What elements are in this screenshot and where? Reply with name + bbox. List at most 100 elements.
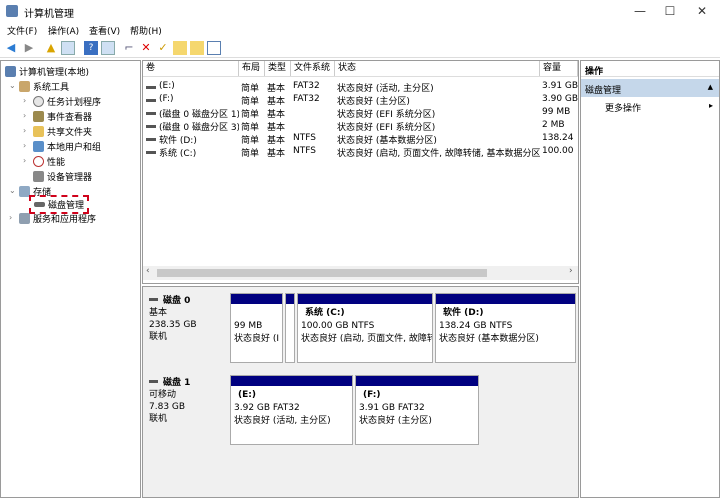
title-bar: 计算机管理 — ☐ ✕ [0,0,720,22]
tree-item-event-viewer[interactable]: 事件查看器 [33,110,92,123]
table-cell: (F:) [159,94,174,104]
chevron-right-icon[interactable]: › [23,141,26,150]
table-cell: (磁盘 0 磁盘分区 3) [159,123,239,133]
table-cell: 基本 [267,149,286,159]
table-cell: NTFS [293,146,316,156]
partition-bar [231,376,352,386]
table-cell: (磁盘 0 磁盘分区 1) [159,110,239,120]
partition-block[interactable]: 软件 (D:) 138.24 GB NTFS 状态良好 (基本数据分区) [435,293,576,363]
table-row[interactable]: (磁盘 0 磁盘分区 1) 简单 基本 状态良好 (EFI 系统分区) 99 MB [143,107,578,120]
table-cell: 基本 [267,110,286,120]
menu-view[interactable]: 查看(V) [89,24,120,37]
show-hide-tree-icon[interactable] [61,41,75,55]
scroll-left-icon[interactable]: ‹ [146,266,150,276]
maximize-button[interactable]: ☐ [654,0,686,22]
disk-type: 基本 [149,308,168,318]
menu-file[interactable]: 文件(F) [7,24,37,37]
forward-icon[interactable]: ▶ [22,41,36,55]
disk-icon [34,202,45,207]
up-icon[interactable]: ▲ [44,41,58,55]
check-icon[interactable]: ✓ [156,41,170,55]
table-cell: 状态良好 (启动, 页面文件, 故障转储, 基本数据分区) [337,149,540,159]
table-cell: 基本 [267,84,286,94]
more-actions[interactable]: 更多操作 ▸ [581,99,719,115]
view-icon[interactable] [207,41,221,55]
chevron-down-icon[interactable]: ⌄ [9,186,16,195]
table-cell: 99 MB [542,107,571,117]
help-icon[interactable]: ? [84,41,98,55]
menu-action[interactable]: 操作(A) [48,24,79,37]
tree-item-task-scheduler[interactable]: 任务计划程序 [33,95,101,108]
horizontal-scrollbar[interactable]: ‹ › [143,266,578,280]
table-cell: 状态良好 (EFI 系统分区) [337,110,436,120]
table-row[interactable]: 系统 (C:) 简单 基本 NTFS 状态良好 (启动, 页面文件, 故障转储, 基本数… [143,146,578,159]
column-capacity[interactable]: 容量 [540,61,578,76]
table-cell: 简单 [241,110,260,120]
column-volume[interactable]: 卷 [143,61,239,76]
volume-icon [146,151,156,154]
minimize-button[interactable]: — [624,0,656,22]
app-icon [6,5,18,17]
partition-block[interactable] [285,293,295,363]
open-icon[interactable] [190,41,204,55]
properties-icon[interactable] [101,41,115,55]
computer-icon [5,66,16,77]
table-row[interactable]: (磁盘 0 磁盘分区 3) 简单 基本 状态良好 (EFI 系统分区) 2 MB [143,120,578,133]
volume-icon [146,112,156,115]
disk-label[interactable]: 磁盘 1 可移动 7.83 GB 联机 [145,375,229,449]
chevron-right-icon[interactable]: › [23,111,26,120]
chevron-right-icon[interactable]: › [23,96,26,105]
disk-icon [149,298,158,301]
tree-item-performance[interactable]: 性能 [33,155,65,168]
partition-size: 3.92 GB FAT32 [234,403,300,413]
actions-pane: 操作 磁盘管理 ▲ 更多操作 ▸ [580,60,720,498]
partition-size: 99 MB [234,321,263,331]
export-icon[interactable] [173,41,187,55]
scrollbar-thumb[interactable] [157,269,487,277]
tree-label: 设备管理器 [47,173,93,183]
partition-block[interactable]: (E:) 3.92 GB FAT32 状态良好 (活动, 主分区) [230,375,353,445]
connect-icon[interactable]: ⌐ [122,41,136,55]
chevron-right-icon[interactable]: › [23,126,26,135]
tree-item-local-users[interactable]: 本地用户和组 [33,140,101,153]
table-cell: 3.90 GB [542,94,578,104]
scroll-right-icon[interactable]: › [569,266,573,276]
tree-item-root[interactable]: 计算机管理(本地) [5,65,89,78]
table-cell: 状态良好 (基本数据分区) [337,136,437,146]
column-type[interactable]: 类型 [265,61,291,76]
table-cell: 基本 [267,123,286,133]
column-status[interactable]: 状态 [335,61,540,76]
section-label: 磁盘管理 [585,86,622,96]
menu-help[interactable]: 帮助(H) [130,24,162,37]
chevron-right-icon[interactable]: › [23,156,26,165]
partition-size: 100.00 GB NTFS [301,321,375,331]
table-cell: 138.24 [542,133,574,143]
partition-bar [356,376,478,386]
chevron-down-icon[interactable]: ⌄ [9,81,16,90]
tree-item-shared-folders[interactable]: 共享文件夹 [33,125,92,138]
table-cell: 基本 [267,136,286,146]
partition-block[interactable]: 系统 (C:) 100.00 GB NTFS 状态良好 (启动, 页面文件, 故… [297,293,433,363]
partition-block[interactable]: 99 MB 状态良好 (I [230,293,283,363]
table-row[interactable]: (E:) 简单 基本 FAT32 状态良好 (活动, 主分区) 3.91 GB [143,81,578,94]
delete-icon[interactable]: ✕ [139,41,153,55]
close-button[interactable]: ✕ [686,0,718,22]
chevron-right-icon[interactable]: › [9,213,12,222]
partition-block[interactable]: (F:) 3.91 GB FAT32 状态良好 (主分区) [355,375,479,445]
tree-label: 任务计划程序 [47,98,102,108]
column-layout[interactable]: 布局 [239,61,265,76]
collapse-icon[interactable]: ▲ [708,83,713,91]
partition-size: 3.91 GB FAT32 [359,403,425,413]
partition-text: (F:) 3.91 GB FAT32 状态良好 (主分区) [356,386,478,431]
tree-item-services[interactable]: 服务和应用程序 [19,212,96,225]
table-row[interactable]: (F:) 简单 基本 FAT32 状态良好 (主分区) 3.90 GB [143,94,578,107]
back-icon[interactable]: ◀ [4,41,18,55]
column-filesystem[interactable]: 文件系统 [291,61,335,76]
menu-bar: 文件(F) 操作(A) 查看(V) 帮助(H) [0,22,720,38]
partition-text: 99 MB 状态良好 (I [231,304,282,349]
tree-item-system-tools[interactable]: 系统工具 [19,80,69,93]
actions-section-disk-management[interactable]: 磁盘管理 ▲ [581,79,719,97]
disk-label[interactable]: 磁盘 0 基本 238.35 GB 联机 [145,293,229,367]
tree-item-device-manager[interactable]: 设备管理器 [33,170,92,183]
table-row[interactable]: 软件 (D:) 简单 基本 NTFS 状态良好 (基本数据分区) 138.24 [143,133,578,146]
